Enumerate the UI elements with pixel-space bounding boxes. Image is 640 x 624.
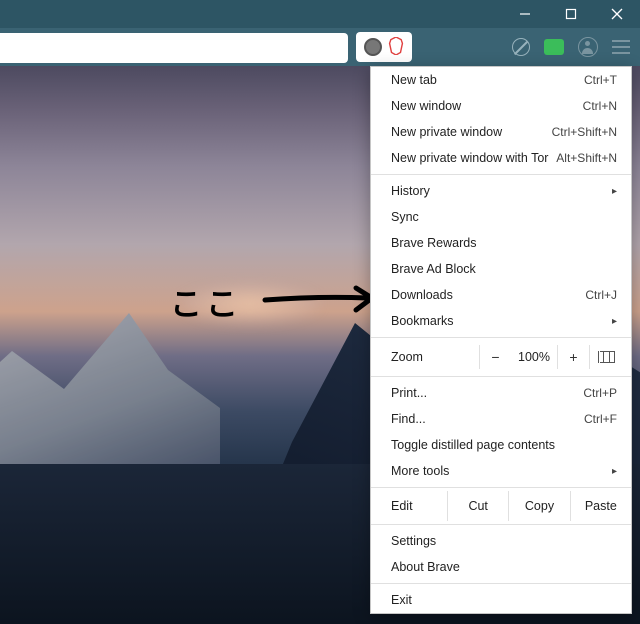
menu-label: New window — [391, 99, 461, 113]
chevron-right-icon: ▸ — [612, 466, 617, 477]
menu-label: About Brave — [391, 560, 460, 574]
zoom-out-button[interactable]: − — [479, 345, 511, 369]
brave-shields-icon[interactable] — [364, 38, 382, 56]
tracker-block-icon[interactable] — [512, 38, 530, 56]
menu-item-toggle-distilled[interactable]: Toggle distilled page contents — [371, 432, 631, 458]
minimize-button[interactable] — [502, 0, 548, 28]
menu-label: Bookmarks — [391, 314, 454, 328]
menu-label: Print... — [391, 386, 427, 400]
menu-item-more-tools[interactable]: More tools ▸ — [371, 458, 631, 484]
menu-separator — [371, 583, 631, 584]
url-bar[interactable] — [0, 33, 348, 63]
menu-separator — [371, 524, 631, 525]
menu-item-downloads[interactable]: Downloads Ctrl+J — [371, 282, 631, 308]
menu-item-sync[interactable]: Sync — [371, 204, 631, 230]
menu-label: Exit — [391, 593, 412, 607]
fullscreen-button[interactable] — [589, 345, 623, 369]
menu-item-new-private-window[interactable]: New private window Ctrl+Shift+N — [371, 119, 631, 145]
menu-edit-row: Edit Cut Copy Paste — [371, 491, 631, 521]
menu-shortcut: Ctrl+J — [585, 288, 617, 302]
menu-label: New tab — [391, 73, 437, 87]
menu-shortcut: Ctrl+F — [584, 412, 617, 426]
chevron-right-icon: ▸ — [612, 316, 617, 327]
menu-item-history[interactable]: History ▸ — [371, 178, 631, 204]
window-titlebar — [0, 0, 640, 28]
menu-shortcut: Ctrl+Shift+N — [552, 125, 617, 139]
menu-item-new-tab[interactable]: New tab Ctrl+T — [371, 67, 631, 93]
menu-shortcut: Ctrl+N — [583, 99, 617, 113]
profile-icon[interactable] — [578, 37, 598, 57]
rewards-icon[interactable] — [544, 39, 564, 55]
zoom-value: 100% — [511, 350, 557, 364]
menu-item-print[interactable]: Print... Ctrl+P — [371, 380, 631, 406]
paste-button[interactable]: Paste — [570, 491, 631, 521]
menu-separator — [371, 376, 631, 377]
brave-logo-icon[interactable] — [388, 37, 404, 58]
menu-zoom-row: Zoom − 100% + — [371, 341, 631, 373]
menu-separator — [371, 487, 631, 488]
cut-button[interactable]: Cut — [447, 491, 508, 521]
main-menu: New tab Ctrl+T New window Ctrl+N New pri… — [370, 66, 632, 614]
menu-item-new-window[interactable]: New window Ctrl+N — [371, 93, 631, 119]
menu-separator — [371, 174, 631, 175]
menu-label: More tools — [391, 464, 449, 478]
menu-label: Brave Ad Block — [391, 262, 476, 276]
menu-item-settings[interactable]: Settings — [371, 528, 631, 554]
menu-item-about-brave[interactable]: About Brave — [371, 554, 631, 580]
menu-label: Downloads — [391, 288, 453, 302]
menu-item-new-private-tor[interactable]: New private window with Tor Alt+Shift+N — [371, 145, 631, 171]
maximize-button[interactable] — [548, 0, 594, 28]
main-menu-button[interactable] — [612, 40, 630, 54]
edit-label: Edit — [371, 491, 447, 521]
chevron-right-icon: ▸ — [612, 186, 617, 197]
menu-item-find[interactable]: Find... Ctrl+F — [371, 406, 631, 432]
menu-item-exit[interactable]: Exit — [371, 587, 631, 613]
menu-label: New private window with Tor — [391, 151, 548, 165]
menu-item-bookmarks[interactable]: Bookmarks ▸ — [371, 308, 631, 334]
menu-label: New private window — [391, 125, 502, 139]
menu-shortcut: Ctrl+P — [583, 386, 617, 400]
menu-shortcut: Ctrl+T — [584, 73, 617, 87]
fullscreen-icon — [600, 351, 614, 363]
menu-label: Sync — [391, 210, 419, 224]
copy-button[interactable]: Copy — [508, 491, 569, 521]
extension-area — [356, 32, 412, 62]
close-button[interactable] — [594, 0, 640, 28]
menu-label: Find... — [391, 412, 426, 426]
menu-label: Settings — [391, 534, 436, 548]
menu-shortcut: Alt+Shift+N — [556, 151, 617, 165]
zoom-in-button[interactable]: + — [557, 345, 589, 369]
menu-separator — [371, 337, 631, 338]
menu-label: History — [391, 184, 430, 198]
menu-item-brave-rewards[interactable]: Brave Rewards — [371, 230, 631, 256]
browser-toolbar — [0, 28, 640, 66]
menu-label: Toggle distilled page contents — [391, 438, 555, 452]
menu-item-brave-ad-block[interactable]: Brave Ad Block — [371, 256, 631, 282]
menu-label: Brave Rewards — [391, 236, 476, 250]
zoom-label: Zoom — [391, 350, 479, 364]
